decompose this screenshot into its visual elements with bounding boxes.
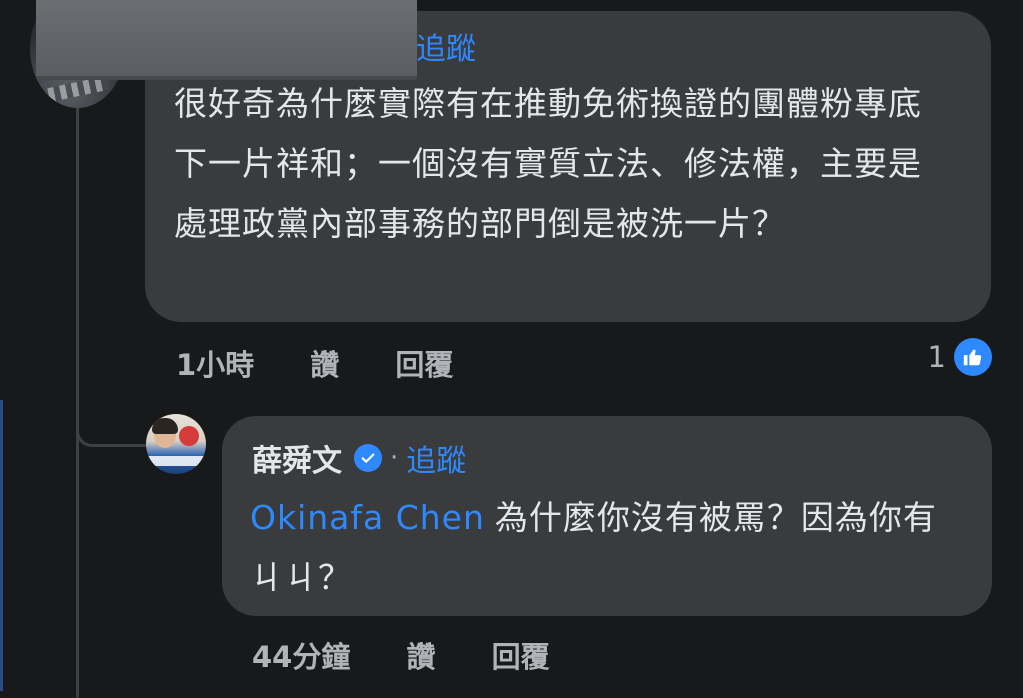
avatar-band xyxy=(146,456,206,466)
reply-button[interactable]: 回覆 xyxy=(395,348,453,382)
comment-text: 很好奇為什麼實際有在推動免術換證的團體粉專底下一片祥和；一個沒有實質立法、修法權… xyxy=(174,84,922,243)
reaction-count: 1 xyxy=(927,340,946,374)
reaction-summary[interactable]: 1 xyxy=(928,338,992,376)
comment-actions: 1小時 讚 回覆 xyxy=(176,342,499,384)
comment-timestamp[interactable]: 1小時 xyxy=(176,348,254,382)
reply-follow-link[interactable]: 追蹤 xyxy=(406,436,466,480)
thumbs-up-icon xyxy=(954,338,992,376)
follow-link[interactable]: 追蹤 xyxy=(416,24,476,68)
like-button[interactable]: 讚 xyxy=(310,348,339,382)
separator-dot: · xyxy=(390,443,399,473)
redacted-name-block xyxy=(36,0,417,80)
reply-reply-button[interactable]: 回覆 xyxy=(492,640,550,674)
mention-link[interactable]: Okinafa Chen xyxy=(250,498,485,537)
avatar-hair xyxy=(152,418,178,434)
reply-highlight-bar xyxy=(0,400,3,691)
thread-branch-line xyxy=(76,398,151,447)
reply-actions: 44分鐘 讚 回覆 xyxy=(252,634,596,676)
reply-author-name[interactable]: 薛舜文 xyxy=(252,436,342,480)
verified-badge-icon xyxy=(354,444,382,472)
avatar-logo xyxy=(179,426,199,446)
reply-text: Okinafa Chen 為什麼你沒有被罵？因為你有ㄐㄐ？ xyxy=(250,488,960,608)
reply-author-line: 薛舜文 · 追蹤 xyxy=(252,436,466,480)
reply-author-avatar[interactable] xyxy=(146,414,206,474)
reply-timestamp[interactable]: 44分鐘 xyxy=(252,640,350,674)
reply-like-button[interactable]: 讚 xyxy=(406,640,435,674)
